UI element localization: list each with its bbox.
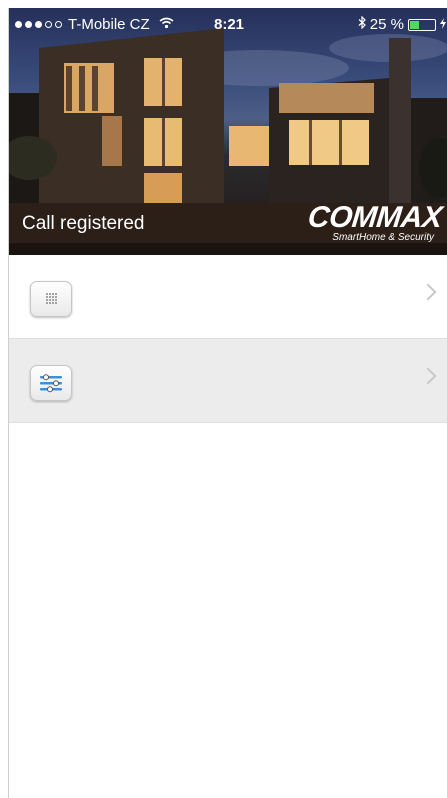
signal-dot-icon bbox=[15, 21, 22, 28]
battery-icon bbox=[408, 18, 436, 31]
brand-logo: COMMAX SmartHome & Security bbox=[306, 201, 444, 243]
call-status-label: Call registered bbox=[22, 213, 145, 234]
status-time: 8:21 bbox=[214, 16, 245, 33]
signal-dot-icon bbox=[25, 21, 32, 28]
status-bar-left: T-Mobile CZ bbox=[15, 16, 174, 33]
menu-item-intercom[interactable] bbox=[9, 255, 447, 339]
signal-dot-icon bbox=[55, 21, 62, 28]
bluetooth-icon bbox=[358, 15, 366, 33]
signal-dot-icon bbox=[35, 21, 42, 28]
status-bar: T-Mobile CZ 8:21 25 % bbox=[9, 8, 447, 38]
carrier-name: T-Mobile CZ bbox=[68, 16, 150, 33]
brand-name: COMMAX bbox=[306, 201, 444, 234]
wifi-icon bbox=[159, 17, 174, 32]
chevron-right-icon bbox=[419, 367, 437, 385]
chevron-right-icon bbox=[419, 283, 437, 301]
battery-percent: 25 % bbox=[369, 16, 404, 33]
menu-item-settings[interactable] bbox=[9, 339, 447, 423]
signal-dot-icon bbox=[45, 21, 52, 28]
settings-sliders-icon bbox=[30, 365, 72, 401]
app-screen: T-Mobile CZ 8:21 25 % Call registered CO… bbox=[8, 8, 447, 798]
menu-list bbox=[9, 255, 447, 423]
header-banner: T-Mobile CZ 8:21 25 % Call registered CO… bbox=[9, 8, 447, 255]
status-bar-right: 25 % bbox=[358, 15, 446, 33]
speaker-icon bbox=[30, 281, 72, 317]
charging-icon bbox=[440, 16, 446, 33]
